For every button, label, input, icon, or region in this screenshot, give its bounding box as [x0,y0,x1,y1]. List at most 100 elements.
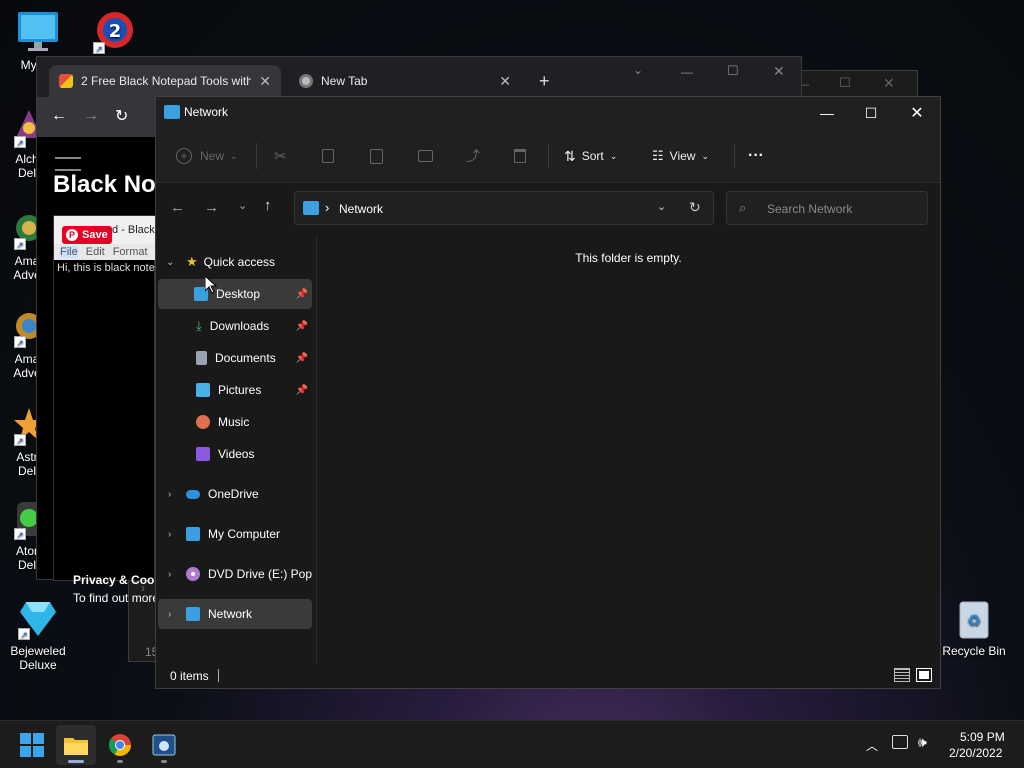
view-button[interactable]: ☷ View ⌄ [652,139,709,173]
chevron-right-icon: › [168,528,172,540]
maximize-button[interactable]: ☐ [839,75,851,91]
nav-desktop[interactable]: Desktop 📌 [158,279,312,309]
back-arrow-icon[interactable]: ← [170,199,185,216]
up-arrow-icon[interactable]: ↑ [264,197,272,214]
nav-dvd-drive[interactable]: › DVD Drive (E:) Popca [158,559,312,589]
forward-arrow-icon[interactable]: → [83,107,99,125]
diamond-icon: ↗ [18,598,58,640]
address-bar[interactable]: › Network ⌄ ↻ [294,191,714,225]
tab-search-chevron-icon[interactable]: ⌄ [633,63,643,77]
desktop-icon-game-2[interactable]: 2 ↗ [80,10,150,58]
download-icon: ⤓ [196,318,202,333]
nav-label: Network [208,607,253,621]
tab-title: 2 Free Black Notepad Tools with [81,74,251,88]
search-icon: ⌕ [739,200,747,215]
network-icon [164,105,180,119]
show-hidden-icons-chevron[interactable]: ︿ [866,737,878,754]
file-explorer-window[interactable]: Network — ☐ ✕ + New ⌄ ✂ ⤴ ⇅ Sort ⌄ ☷ Vie… [155,96,941,689]
delete-button[interactable] [514,139,526,173]
sort-button[interactable]: ⇅ Sort ⌄ [564,139,617,173]
close-button[interactable]: ✕ [773,63,785,80]
address-dropdown-chevron-icon[interactable]: ⌄ [657,200,666,213]
menu-format: Format [112,246,148,258]
refresh-icon[interactable]: ↻ [689,199,701,216]
cut-button[interactable]: ✂ [274,139,287,173]
nav-my-computer[interactable]: › My Computer [158,519,312,549]
svg-text:2: 2 [109,21,122,42]
details-view-icon[interactable] [894,668,910,682]
chevron-right-icon: › [168,568,172,580]
chevron-right-icon: › [168,488,172,500]
close-button[interactable]: ✕ [883,75,895,92]
new-tab-button[interactable]: + [539,71,550,92]
separator [734,143,735,169]
browser-tab-new[interactable]: New Tab ✕ [289,65,521,97]
maximize-button[interactable]: ☐ [848,97,894,129]
desktop-icon-bejeweled[interactable]: ↗ Bejeweled Deluxe [2,598,74,672]
network-icon [186,607,200,621]
nav-pictures[interactable]: Pictures 📌 [158,375,312,405]
minimize-button[interactable]: — [804,97,850,129]
network-status-icon[interactable] [892,735,908,749]
desktop-icon-recycle-bin[interactable]: ♻ Recycle Bin [938,598,1010,658]
shortcut-arrow-icon: ↗ [93,42,105,54]
nav-downloads[interactable]: ⤓ Downloads 📌 [158,311,312,341]
item-count: 0 items [170,669,209,683]
chevron-down-icon: ⌄ [230,150,238,161]
nav-label: Pictures [218,383,262,397]
back-arrow-icon[interactable]: ← [51,107,67,125]
notepad-menubar: File Edit Format [54,244,156,260]
nav-quick-access[interactable]: ⌄ ★ Quick access [158,247,312,277]
hamburger-menu-icon[interactable] [55,157,81,171]
sort-label: Sort [581,149,604,163]
start-button[interactable] [12,725,52,765]
forward-arrow-icon[interactable]: → [204,199,219,216]
clock-time[interactable]: 5:09 PM [960,730,1005,744]
pin-icon: 📌 [295,352,308,364]
recent-locations-chevron-icon[interactable]: ⌄ [238,199,247,212]
paste-button[interactable] [370,139,383,173]
shortcut-arrow-icon: ↗ [14,336,26,348]
taskbar-file-explorer[interactable] [56,725,96,765]
rename-button[interactable] [418,139,433,173]
clock-date[interactable]: 2/20/2022 [949,746,1002,760]
desktop-icon-label: Recycle Bin [942,644,1006,658]
tiles-view-icon[interactable] [916,668,932,682]
chevron-down-icon: ⌄ [166,256,175,268]
copy-button[interactable] [322,139,334,173]
search-box[interactable]: ⌕ Search Network [726,191,928,225]
file-list[interactable]: This folder is empty. [316,235,940,664]
sort-icon: ⇅ [564,147,576,164]
maximize-button[interactable]: ☐ [727,63,739,79]
pinterest-save-button[interactable]: P Save [62,226,112,244]
inner-title: d - Black [112,224,155,236]
nav-label: Downloads [209,319,270,333]
running-indicator [117,760,123,763]
more-options-button[interactable]: ··· [748,139,764,173]
shortcut-arrow-icon: ↗ [14,528,26,540]
browser-tab-notepad[interactable]: 2 Free Black Notepad Tools with ✕ [49,65,281,97]
close-button[interactable]: ✕ [894,97,940,129]
taskbar-chrome[interactable] [100,725,140,765]
nav-network[interactable]: › Network [158,599,312,629]
site-favicon-icon [59,74,73,88]
volume-icon[interactable]: 🕪 [918,734,927,751]
nav-documents[interactable]: Documents 📌 [158,343,312,373]
nav-onedrive[interactable]: › OneDrive [158,479,312,509]
nav-label: DVD Drive (E:) Popca [208,567,312,581]
close-tab-icon[interactable]: ✕ [499,73,511,90]
nav-music[interactable]: Music [158,407,312,437]
taskbar-app[interactable] [144,725,184,765]
minimize-button[interactable]: — [681,65,693,79]
copy-icon [322,149,334,163]
share-button[interactable]: ⤴ [466,139,480,173]
music-icon [196,415,210,429]
nav-label: OneDrive [208,487,259,501]
status-bar: 0 items [156,664,940,688]
nav-videos[interactable]: Videos [158,439,312,469]
address-row: ← → ⌄ ↑ › Network ⌄ ↻ ⌕ Search Network [156,183,940,235]
close-tab-icon[interactable]: ✕ [259,73,271,90]
new-button[interactable]: + New ⌄ [176,139,238,173]
breadcrumb-network[interactable]: Network [339,202,383,216]
reload-icon[interactable]: ↻ [115,106,128,126]
